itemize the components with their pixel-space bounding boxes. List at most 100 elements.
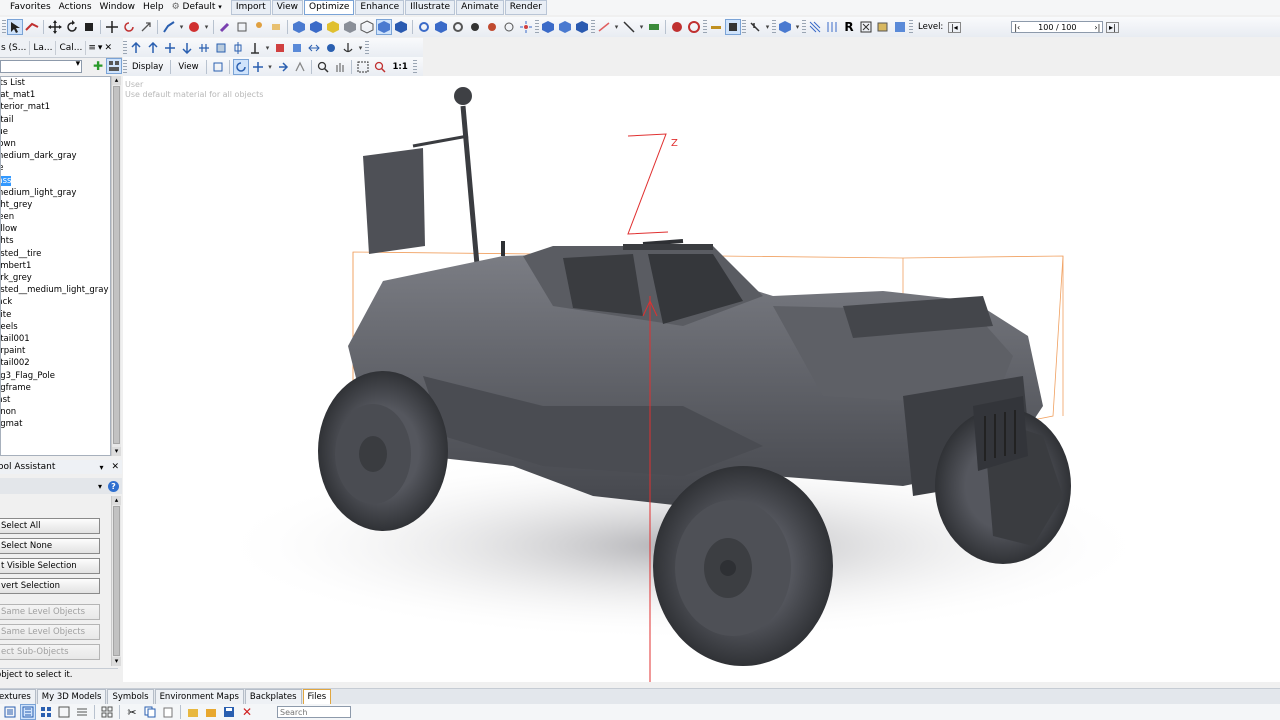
first-frame-icon[interactable]: |◂ <box>946 19 962 35</box>
rotate-icon[interactable] <box>64 19 80 35</box>
select-same-level-button[interactable]: Same Level Objects <box>0 604 100 620</box>
move-icon[interactable] <box>47 19 63 35</box>
tree-item[interactable]: ag3_Flag_Pole <box>1 370 110 382</box>
scroll-up-icon[interactable]: ▴ <box>112 496 121 505</box>
camera-settings-icon[interactable] <box>686 19 702 35</box>
rotate-local-icon[interactable] <box>121 19 137 35</box>
next-level-icon[interactable]: ›| <box>1094 23 1100 32</box>
gear-icon[interactable] <box>416 19 432 35</box>
view-icons-icon[interactable] <box>38 704 54 720</box>
tree-item[interactable]: lack <box>1 296 110 308</box>
pivot-icon[interactable] <box>323 40 339 56</box>
zoom-region-icon[interactable] <box>372 59 388 75</box>
menu-icon[interactable]: ≡ <box>88 43 96 53</box>
tab-layers[interactable]: La... <box>30 40 57 55</box>
explode-icon[interactable] <box>518 19 534 35</box>
distribute-icon[interactable] <box>196 40 212 56</box>
chevron-down-icon[interactable]: ▾ <box>613 23 620 31</box>
tab-my-3d-models[interactable]: My 3D Models <box>36 689 107 704</box>
menu-help[interactable]: Help <box>139 0 168 15</box>
tab-optimize[interactable]: Optimize <box>304 0 355 15</box>
select-visible-button[interactable]: t Visible Selection <box>0 558 100 574</box>
highlight-icon[interactable] <box>268 19 284 35</box>
tree-item[interactable]: ellow <box>1 223 110 235</box>
fly-icon[interactable] <box>275 59 291 75</box>
tree-item[interactable]: arpaint <box>1 345 110 357</box>
grid-icon[interactable] <box>807 19 823 35</box>
tree-item[interactable]: heels <box>1 321 110 333</box>
actual-size-button[interactable]: 1:1 <box>389 61 412 73</box>
cube-blue-icon[interactable] <box>433 19 449 35</box>
grid-view-icon[interactable] <box>99 704 115 720</box>
center-icon[interactable] <box>230 40 246 56</box>
move-local-icon[interactable] <box>104 19 120 35</box>
table-icon[interactable] <box>289 40 305 56</box>
menu-favorites[interactable]: Favorites <box>6 0 55 15</box>
orbit-icon[interactable] <box>232 59 249 75</box>
chevron-down-icon[interactable]: ▾ <box>178 23 185 31</box>
cog-red-icon[interactable] <box>484 19 500 35</box>
cube-shaded-icon[interactable] <box>777 19 793 35</box>
chevron-down-icon[interactable]: ▾ <box>203 23 210 31</box>
scroll-thumb[interactable] <box>113 506 120 656</box>
view-thumbnails-icon[interactable] <box>56 704 72 720</box>
assistant-scrollbar[interactable]: ▴ ▾ <box>111 496 121 666</box>
tree-item[interactable]: re <box>1 162 110 174</box>
profile-selector[interactable]: ⚙ Default ▾ <box>168 0 226 15</box>
tree-item[interactable]: cts List <box>1 77 110 89</box>
layers-icon[interactable] <box>875 19 891 35</box>
chevron-down-icon[interactable]: ▾ <box>764 23 771 31</box>
object-tree-list[interactable]: cts List eat_mat1nterior_mat1etailluerown… <box>0 76 111 456</box>
plane-icon[interactable] <box>596 19 612 35</box>
menu-window[interactable]: Window <box>96 0 140 15</box>
add-same-level-button[interactable]: Same Level Objects <box>0 624 100 640</box>
measure-icon[interactable] <box>646 19 662 35</box>
view-mode-icon[interactable] <box>106 58 122 74</box>
sun-icon[interactable] <box>708 19 724 35</box>
cube-outline-icon[interactable] <box>359 19 375 35</box>
cube-shaded-icon[interactable] <box>393 19 409 35</box>
lasso-icon[interactable] <box>24 19 40 35</box>
tree-item[interactable]: lue <box>1 126 110 138</box>
prev-level-icon[interactable]: |‹ <box>1014 23 1020 32</box>
tree-item[interactable]: last <box>1 394 110 406</box>
chevron-down-icon[interactable]: ▾ <box>357 44 364 52</box>
tree-item[interactable]: nterior_mat1 <box>1 101 110 113</box>
camera-icon[interactable] <box>669 19 685 35</box>
scroll-up-icon[interactable]: ▴ <box>112 76 121 85</box>
delete-icon[interactable]: ✕ <box>239 704 255 720</box>
cube-shaded-icon[interactable] <box>376 19 392 35</box>
cube-blue-icon[interactable] <box>574 19 590 35</box>
menu-actions[interactable]: Actions <box>55 0 96 15</box>
tab-backplates[interactable]: Backplates <box>244 689 302 704</box>
tree-item[interactable]: medium_light_gray <box>1 187 110 199</box>
tab-illustrate[interactable]: Illustrate <box>405 0 456 15</box>
hatch-icon[interactable] <box>824 19 840 35</box>
tree-scrollbar[interactable]: ▴ ▾ <box>111 76 121 456</box>
tab-environment-maps[interactable]: Environment Maps <box>154 689 244 704</box>
library-search-input[interactable] <box>277 706 351 718</box>
last-frame-icon[interactable]: ▸| <box>1104 19 1120 35</box>
tree-item[interactable]: etail <box>1 114 110 126</box>
tab-view[interactable]: View <box>271 0 304 15</box>
cube-wire-icon[interactable] <box>234 19 250 35</box>
paint-icon[interactable] <box>217 19 233 35</box>
snap-icon[interactable] <box>161 19 177 35</box>
tree-item[interactable]: asted__medium_light_gray <box>1 284 110 296</box>
scroll-thumb[interactable] <box>113 86 120 444</box>
copy-icon[interactable] <box>142 704 158 720</box>
3d-viewport[interactable]: User Use default material for all object… <box>123 76 1280 682</box>
anchor-icon[interactable] <box>340 40 356 56</box>
view-details-icon[interactable] <box>20 704 36 720</box>
tree-item[interactable]: ghts <box>1 235 110 247</box>
pan-icon[interactable] <box>138 19 154 35</box>
pan-view-icon[interactable] <box>250 59 266 75</box>
tab-animate[interactable]: Animate <box>456 0 504 15</box>
tree-item[interactable]: anon <box>1 406 110 418</box>
scroll-down-icon[interactable]: ▾ <box>112 657 121 666</box>
tree-item[interactable]: hite <box>1 309 110 321</box>
cog-outline-icon[interactable] <box>501 19 517 35</box>
select-all-button[interactable]: Select All <box>0 518 100 534</box>
line-icon[interactable] <box>621 19 637 35</box>
close-icon[interactable]: ✕ <box>104 43 112 53</box>
